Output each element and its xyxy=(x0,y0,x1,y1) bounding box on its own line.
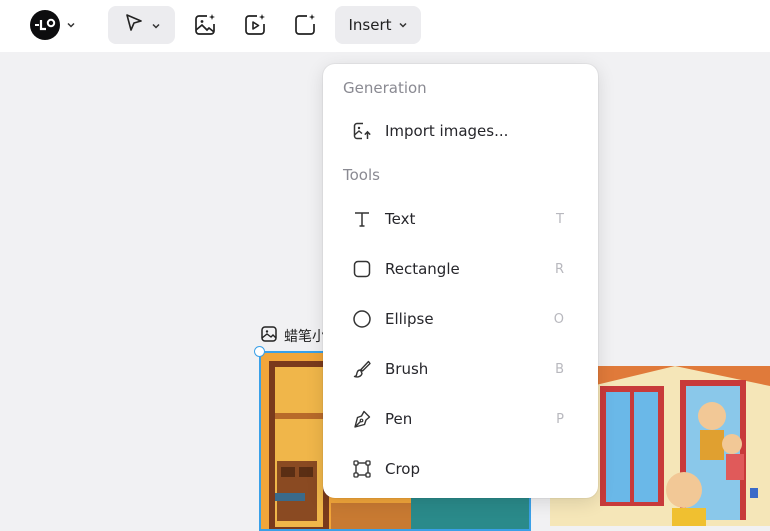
import-image-icon xyxy=(351,120,373,142)
select-tool-button[interactable] xyxy=(108,6,175,44)
rectangle-icon xyxy=(351,258,373,280)
section-heading-tools: Tools xyxy=(343,166,380,184)
section-heading-generation: Generation xyxy=(343,79,427,97)
menu-item-text[interactable]: Text T xyxy=(323,199,598,239)
shortcut-key: B xyxy=(555,361,564,377)
top-toolbar: Insert xyxy=(0,0,770,52)
text-icon xyxy=(351,208,373,230)
menu-item-label: Crop xyxy=(385,460,421,478)
menu-item-crop[interactable]: Crop xyxy=(323,449,598,489)
insert-dropdown-menu: Generation Import images... Tools Text T… xyxy=(323,64,598,498)
app-logo-icon xyxy=(30,10,60,40)
menu-item-label: Brush xyxy=(385,360,429,378)
insert-label: Insert xyxy=(348,16,392,34)
menu-item-rectangle[interactable]: Rectangle R xyxy=(323,249,598,289)
shortcut-key: T xyxy=(556,211,564,227)
crop-icon xyxy=(351,458,373,480)
menu-item-label: Ellipse xyxy=(385,310,434,328)
menu-item-label: Pen xyxy=(385,410,413,428)
pen-icon xyxy=(351,408,373,430)
brush-icon xyxy=(351,358,373,380)
pointer-icon xyxy=(123,12,145,38)
artboard-label[interactable]: 蜡笔小 xyxy=(260,325,326,347)
menu-item-import-images[interactable]: Import images... xyxy=(323,111,598,151)
insert-menu-button[interactable]: Insert xyxy=(335,6,421,44)
menu-item-label: Text xyxy=(385,210,416,228)
image-icon xyxy=(260,325,278,347)
logo-menu-button[interactable] xyxy=(30,10,76,40)
shortcut-key: O xyxy=(553,311,564,327)
menu-item-ellipse[interactable]: Ellipse O xyxy=(323,299,598,339)
shortcut-key: R xyxy=(554,261,564,277)
generate-video-icon[interactable] xyxy=(242,12,268,38)
magic-frame-icon[interactable] xyxy=(292,12,318,38)
menu-item-label: Import images... xyxy=(385,122,509,140)
ellipse-icon xyxy=(351,308,373,330)
chevron-down-icon xyxy=(398,16,408,34)
artboard-title: 蜡笔小 xyxy=(284,329,326,345)
menu-item-pen[interactable]: Pen P xyxy=(323,399,598,439)
chevron-down-icon xyxy=(151,16,161,35)
menu-item-brush[interactable]: Brush B xyxy=(323,349,598,389)
generate-image-icon[interactable] xyxy=(192,12,218,38)
menu-item-label: Rectangle xyxy=(385,260,460,278)
shortcut-key: P xyxy=(556,411,564,427)
chevron-down-icon xyxy=(66,20,76,30)
resize-handle[interactable] xyxy=(254,346,265,357)
